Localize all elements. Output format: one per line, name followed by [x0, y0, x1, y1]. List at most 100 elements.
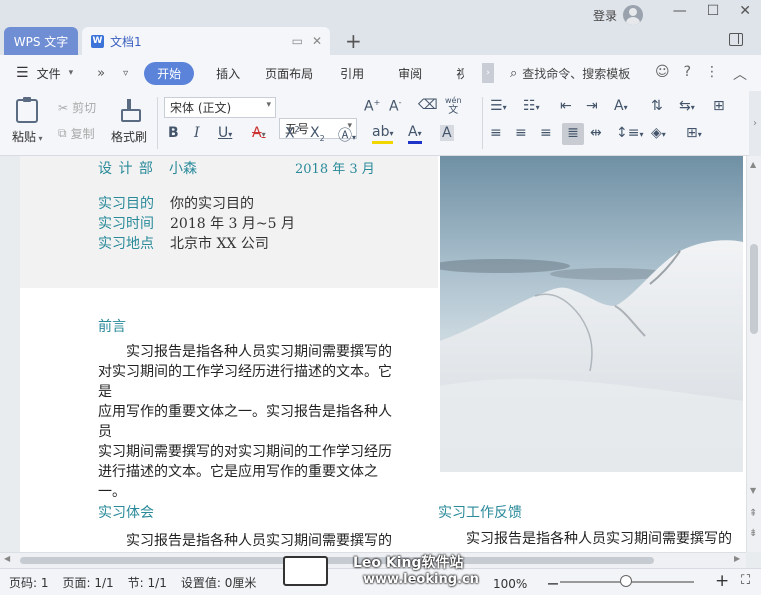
- shading-icon[interactable]: ◈▾: [651, 125, 666, 141]
- font-family-select[interactable]: 宋体 (正文): [164, 97, 276, 118]
- login-area[interactable]: 登录: [593, 5, 644, 25]
- subscript-icon[interactable]: X2: [310, 125, 325, 143]
- window-controls: — ☐ ✕: [673, 3, 751, 19]
- status-pages[interactable]: 页面: 1/1: [63, 574, 114, 591]
- pinyin-label: wén: [445, 96, 462, 105]
- help-icon[interactable]: ?: [684, 64, 691, 84]
- status-page-number[interactable]: 页码: 1: [9, 574, 49, 591]
- sidebar-toggle-icon[interactable]: [729, 33, 743, 46]
- underline-icon[interactable]: U▾: [218, 125, 232, 141]
- tab-view-partial[interactable]: 视: [456, 65, 464, 82]
- chinese-layout-icon[interactable]: A▾: [614, 98, 628, 114]
- char-shading-icon[interactable]: A: [440, 125, 454, 141]
- tab-document[interactable]: W 文档1 ▭ ✕: [82, 27, 330, 55]
- highlight-icon[interactable]: ab▾: [372, 125, 394, 144]
- minimize-icon[interactable]: —: [673, 3, 687, 19]
- quick-access-dropdown-icon[interactable]: ▿: [123, 68, 128, 79]
- preface-line: 实习报告是指各种人员实习期间需要撰写的: [126, 344, 392, 360]
- snow-mountain-image[interactable]: [440, 156, 743, 472]
- align-right-icon[interactable]: ≡: [540, 125, 552, 141]
- close-tab-icon[interactable]: ✕: [312, 34, 322, 48]
- search-command-label: 查找命令、搜索模板: [522, 67, 631, 81]
- copy-button[interactable]: ⧉ 复制: [58, 125, 95, 142]
- strikethrough-icon[interactable]: A▾: [252, 125, 266, 141]
- decrease-indent-icon[interactable]: ⇤: [560, 98, 572, 114]
- show-marks-icon[interactable]: ⇆▾: [679, 98, 695, 114]
- close-window-icon[interactable]: ✕: [739, 3, 751, 19]
- ribbon-toolbar: 粘贴 ▾ ✂ 剪切 ⧉ 复制 格式刷 宋体 (正文) 五号 A+ A- ⌫ wé…: [0, 91, 761, 156]
- bold-icon[interactable]: B: [168, 125, 179, 141]
- scroll-left-icon[interactable]: ◀: [4, 554, 10, 563]
- feedback-paragraph: 实习报告是指各种人员实习期间需要撰写的: [466, 531, 732, 547]
- format-painter-button[interactable]: 格式刷: [111, 99, 147, 145]
- tab-insert[interactable]: 插入: [216, 65, 240, 82]
- numbered-list-icon[interactable]: ☷▾: [523, 98, 540, 114]
- align-center-icon[interactable]: ≡: [515, 125, 527, 141]
- meta-value: 你的实习目的: [170, 196, 254, 212]
- align-justify-icon[interactable]: ≣: [562, 123, 584, 145]
- status-settings[interactable]: 设置值: 0厘米: [181, 574, 257, 591]
- vertical-scroll-thumb[interactable]: [750, 244, 758, 334]
- more-menus-icon[interactable]: »: [97, 66, 105, 81]
- distributed-align-icon[interactable]: ⇹: [590, 125, 602, 141]
- pinyin-guide-icon[interactable]: wén 文: [445, 96, 462, 116]
- scroll-up-icon[interactable]: ▲: [750, 160, 756, 169]
- login-label[interactable]: 登录: [593, 7, 617, 24]
- search-icon: ⌕: [510, 66, 518, 81]
- font-color-icon[interactable]: A▾: [408, 125, 422, 144]
- borders-icon[interactable]: ⊞▾: [686, 125, 702, 141]
- prev-page-icon[interactable]: ⇞: [749, 508, 757, 519]
- meta-row-time: 实习时间 2018 年 3 月~5 月: [98, 213, 295, 233]
- tab-wps-label: WPS 文字: [13, 34, 69, 49]
- tab-references[interactable]: 引用: [340, 65, 364, 82]
- float-window-icon[interactable]: ▭: [292, 34, 303, 48]
- tab-wps-home[interactable]: WPS 文字: [4, 27, 78, 55]
- italic-icon[interactable]: I: [194, 125, 200, 141]
- align-left-icon[interactable]: ≡: [490, 125, 502, 141]
- next-page-icon[interactable]: ⇟: [749, 528, 757, 539]
- clear-format-icon[interactable]: ⌫: [418, 97, 438, 113]
- zoom-in-icon[interactable]: +: [715, 571, 729, 591]
- maximize-icon[interactable]: ☐: [707, 3, 720, 19]
- line-spacing-icon[interactable]: ↕≡▾: [616, 125, 643, 141]
- paste-button[interactable]: 粘贴 ▾: [12, 97, 43, 145]
- zoom-slider[interactable]: [560, 575, 694, 587]
- avatar-icon[interactable]: [623, 5, 644, 25]
- horizontal-scroll-thumb[interactable]: [20, 557, 654, 564]
- zoom-level[interactable]: 100%: [493, 577, 527, 591]
- menu-scroll-right-icon[interactable]: ›: [482, 63, 494, 83]
- fit-window-icon[interactable]: ⛶: [741, 573, 750, 588]
- zoom-out-icon[interactable]: −: [546, 574, 559, 593]
- more-options-icon[interactable]: ⋮: [705, 64, 719, 84]
- experience-paragraph: 实习报告是指各种人员实习期间需要撰写的: [126, 533, 392, 549]
- zoom-slider-knob[interactable]: [620, 575, 632, 587]
- status-bar: 页码: 1 页面: 1/1 节: 1/1 设置值: 0厘米 100% − + ⛶: [0, 568, 761, 595]
- ribbon-scroll-right-icon[interactable]: ›: [749, 91, 761, 156]
- search-command[interactable]: ⌕ 查找命令、搜索模板: [510, 65, 630, 82]
- menu-file[interactable]: ☰ 文件 ▾: [16, 65, 73, 82]
- tab-home[interactable]: 开始: [144, 61, 195, 85]
- document-page[interactable]: 设 计 部 小森 2018 年 3 月 15 日 实习目的 你的实习目的 实习时…: [20, 156, 746, 552]
- meta-value: 北京市 XX 公司: [170, 236, 269, 252]
- meta-key: 实习时间: [98, 216, 154, 232]
- tab-review[interactable]: 审阅: [398, 65, 422, 82]
- superscript-icon[interactable]: X2: [285, 125, 300, 142]
- scroll-down-icon[interactable]: ▼: [750, 486, 756, 495]
- grow-font-icon[interactable]: A+: [364, 98, 380, 115]
- sort-icon[interactable]: ⇅: [651, 98, 663, 114]
- vertical-scrollbar[interactable]: ▲ ▼ ⇞ ⇟: [746, 156, 761, 552]
- document-canvas: 设 计 部 小森 2018 年 3 月 15 日 实习目的 你的实习目的 实习时…: [0, 156, 746, 552]
- bullet-list-icon[interactable]: ☰▾: [490, 98, 507, 114]
- cut-button[interactable]: ✂ 剪切: [58, 99, 96, 116]
- new-tab-plus-icon[interactable]: +: [345, 29, 362, 53]
- increase-indent-icon[interactable]: ⇥: [586, 98, 598, 114]
- scroll-right-icon[interactable]: ▶: [734, 554, 740, 563]
- table-icon[interactable]: ⊞: [713, 98, 725, 114]
- horizontal-scrollbar[interactable]: ◀ ▶: [0, 552, 746, 568]
- shrink-font-icon[interactable]: A-: [389, 98, 401, 115]
- collapse-ribbon-icon[interactable]: ︿: [733, 64, 747, 84]
- tab-page-layout[interactable]: 页面布局: [265, 65, 313, 82]
- text-effect-icon[interactable]: Ⓐ▾: [338, 125, 356, 145]
- status-section[interactable]: 节: 1/1: [128, 574, 167, 591]
- feedback-icon[interactable]: ☺: [655, 64, 670, 84]
